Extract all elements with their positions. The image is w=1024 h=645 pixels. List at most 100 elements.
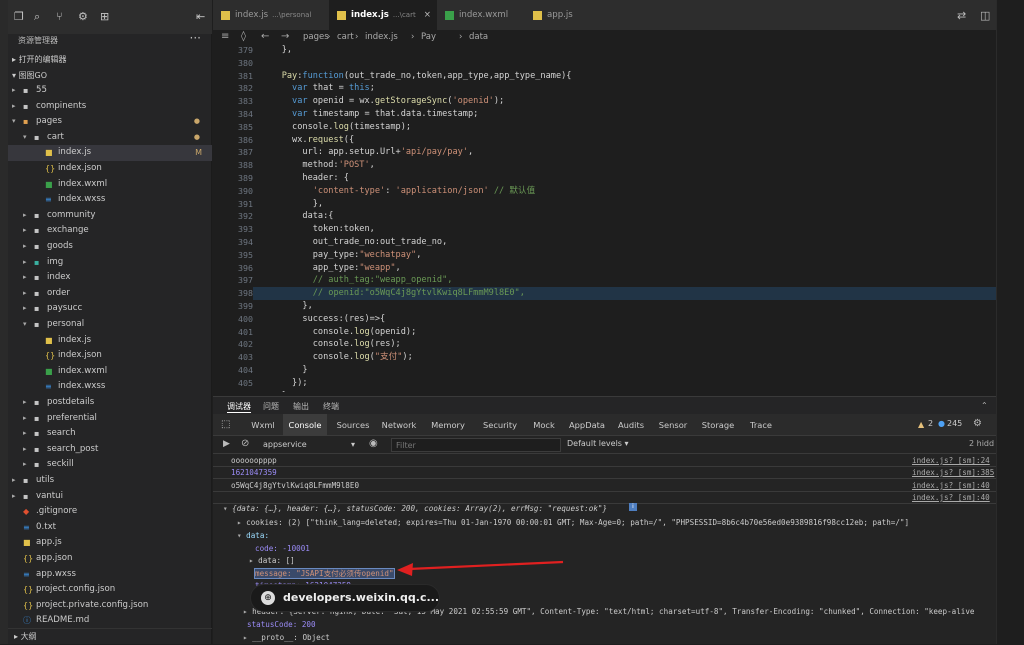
chevron-right-icon[interactable]: ▸ [23,208,27,224]
file-tree-item[interactable]: ▸ ▪ vantui [8,489,212,505]
close-icon[interactable]: × [424,0,431,30]
file-tree-item[interactable]: ⓘ README.md [8,613,212,629]
file-tree-item[interactable]: ■ index.js [8,333,212,349]
context-select[interactable]: appservice ▾ [263,438,357,452]
file-tree-item[interactable]: ▸ ▪ order [8,286,212,302]
devtools-panel-tab[interactable]: Audits [613,414,649,436]
chevron-right-icon[interactable]: ▸ [12,99,16,115]
file-tree-item[interactable]: ≡ index.wxss [8,379,212,395]
chevron-right-icon[interactable]: ▸ [23,286,27,302]
breadcrumb-item[interactable]: cart [337,30,354,44]
file-tree-item[interactable]: ■ app.js [8,535,212,551]
chevron-right-icon[interactable]: ▸ [23,426,27,442]
console-object-line[interactable]: ▸ __proto__: Object [243,631,330,644]
list-icon[interactable]: ≡ [221,30,229,44]
breadcrumb-item[interactable]: pages [303,30,329,44]
file-tree-item[interactable]: ■ index.wxml [8,177,212,193]
back-icon[interactable]: ← [261,30,269,44]
expand-arrow-icon[interactable]: ▸ [249,556,258,565]
split-editor-icon[interactable]: ◫ [980,9,990,22]
file-tree-item[interactable]: ▸ ▪ search [8,426,212,442]
file-tree-item[interactable]: ≡ 0.txt [8,520,212,536]
file-tree-item[interactable]: ≡ index.wxss [8,192,212,208]
filter-input[interactable] [391,438,561,452]
editor-scrollbar[interactable] [996,0,1024,644]
file-tree-item[interactable]: ▸ ▪ community [8,208,212,224]
levels-select[interactable]: Default levels ▾ [567,439,629,448]
chevron-right-icon[interactable]: ▸ [23,395,27,411]
editor-tab[interactable]: index.js ...\personal [213,0,329,30]
file-tree-item[interactable]: ▸ ▪ 55 [8,83,212,99]
eye-icon[interactable]: ◉ [369,438,378,449]
chevron-right-icon[interactable]: ▸ [23,270,27,286]
file-tree-item[interactable]: ▾ ▪ cart ● [8,130,212,146]
devtools-panel-tab[interactable]: AppData [565,414,609,436]
file-tree-item[interactable]: ■ index.js M [8,145,212,161]
file-tree-item[interactable]: {} project.private.config.json [8,598,212,614]
chevron-up-icon[interactable]: ⌃ [981,401,988,410]
forward-icon[interactable]: → [281,30,289,44]
execute-icon[interactable]: ▶ [223,439,230,449]
chevron-right-icon[interactable]: ▸ [23,255,27,271]
file-tree-item[interactable]: ▸ ▪ seckill [8,457,212,473]
file-tree-item[interactable]: ◆ .gitignore [8,504,212,520]
console-object-line[interactable]: ▸ cookies: (2) ["think_lang=deleted; exp… [237,516,909,529]
inspect-icon[interactable]: ⬚ [221,419,230,430]
chevron-right-icon[interactable]: ▸ [23,223,27,239]
devtools-panel-tab[interactable]: Trace [743,414,779,436]
editor-tab[interactable]: index.wxml [437,0,525,30]
devtools-top-tab[interactable]: 输出 [293,401,309,412]
breadcrumb-item[interactable]: data [469,30,488,44]
file-tree-item[interactable]: ▸ ▪ goods [8,239,212,255]
expand-arrow-icon[interactable]: ▸ [243,607,252,616]
chevron-down-icon[interactable]: ▾ [12,114,16,130]
devtools-panel-tab[interactable]: Storage [697,414,739,436]
breadcrumb-item[interactable]: index.js [365,30,398,44]
chevron-down-icon[interactable]: ▾ [23,317,27,333]
file-tree-item[interactable]: ■ index.wxml [8,364,212,380]
code-editor[interactable]: 379 }, 380 381 Pay:function(out_trade_no,t… [213,44,996,392]
devtools-settings-icon[interactable]: ⚙ [973,418,982,429]
file-tree-item[interactable]: ▸ ▪ img [8,255,212,271]
file-tree-item[interactable]: ▸ ▪ paysucc [8,301,212,317]
more-actions-icon[interactable]: ··· [190,31,201,45]
expand-arrow-icon[interactable]: ▾ [237,531,246,540]
chevron-right-icon[interactable]: ▸ [23,301,27,317]
file-tree-item[interactable]: ▸ ▪ index [8,270,212,286]
file-tree-item[interactable]: ≡ app.wxss [8,567,212,583]
devtools-panel-tab[interactable]: Mock [529,414,559,436]
collapse-panel-icon[interactable]: ⇤ [196,10,205,23]
project-section[interactable]: ▾ 图图GO [8,69,212,83]
devtools-panel-tab[interactable]: Sources [333,414,373,436]
devtools-top-tab[interactable]: 终端 [323,401,339,412]
open-editors-section[interactable]: ▸ 打开的编辑器 [8,53,212,67]
console-object-line[interactable]: ▾ data: [237,529,269,542]
outline-section[interactable]: ▸ 大纲 [8,628,212,644]
debug-icon[interactable]: ⚙ [78,10,88,23]
file-tree-item[interactable]: ▸ ▪ compinents [8,99,212,115]
devtools-panel-tab[interactable]: Wxml [247,414,279,436]
chevron-right-icon[interactable]: ▸ [12,83,16,99]
file-tree-item[interactable]: ▸ ▪ preferential [8,411,212,427]
chevron-down-icon[interactable]: ▾ [23,130,27,146]
expand-arrow-icon[interactable]: ▸ [243,633,252,642]
file-tree-item[interactable]: ▸ ▪ search_post [8,442,212,458]
devtools-panel-tab[interactable]: Memory [425,414,471,436]
devtools-top-tab[interactable]: 调试器 [227,401,251,413]
console-object-line[interactable]: ▾ {data: {…}, header: {…}, statusCode: 2… [223,502,607,515]
file-tree-item[interactable]: {} index.json [8,161,212,177]
devtools-panel-tab[interactable]: Security [475,414,525,436]
editor-tab[interactable]: index.js ...\cart × [329,0,437,30]
clear-console-icon[interactable]: ⊘ [241,438,249,449]
search-icon[interactable]: ⌕ [34,10,40,24]
devtools-panel-tab[interactable]: Network [377,414,421,436]
expand-arrow-icon[interactable]: ▸ [237,518,246,527]
devtools-panel-tab[interactable]: Sensor [653,414,693,436]
chevron-right-icon[interactable]: ▸ [12,473,16,489]
file-tree-item[interactable]: ▾ ▪ pages ● [8,114,212,130]
chevron-right-icon[interactable]: ▸ [23,239,27,255]
editor-tab[interactable]: app.js [525,0,589,30]
file-tree-item[interactable]: ▾ ▪ personal [8,317,212,333]
chevron-right-icon[interactable]: ▸ [23,442,27,458]
source-control-icon[interactable]: ⑂ [56,10,63,23]
